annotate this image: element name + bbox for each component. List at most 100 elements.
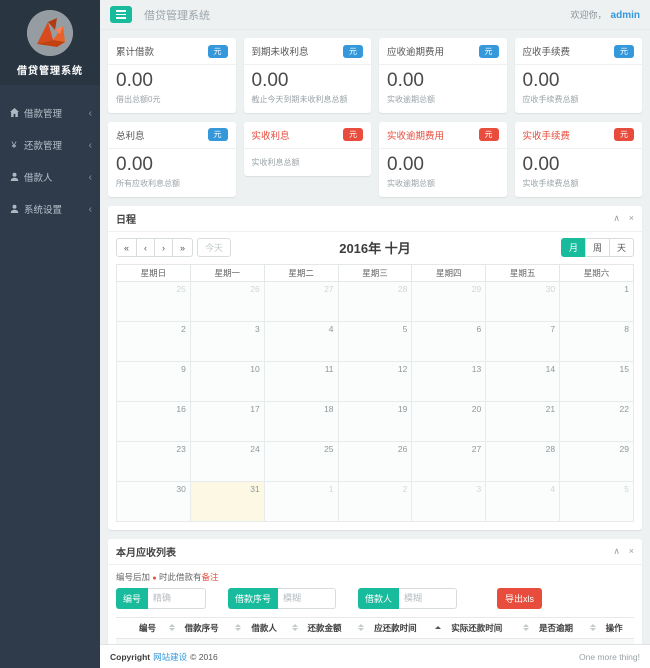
calendar-day[interactable]: 22	[559, 400, 634, 442]
calendar-day[interactable]: 25	[116, 280, 191, 322]
calendar-day[interactable]: 15	[559, 360, 634, 402]
stat-title: 应收逾期费用	[387, 47, 445, 58]
calendar-day[interactable]: 30	[485, 280, 561, 322]
day-header: 星期二	[263, 263, 339, 282]
filter-loan-number-input[interactable]	[278, 587, 337, 609]
calendar-day[interactable]: 28	[337, 280, 413, 322]
calendar-day[interactable]: 4	[485, 480, 561, 522]
calendar-last-button[interactable]: »	[172, 238, 194, 258]
calendar-day[interactable]: 29	[559, 440, 634, 482]
main-area: 借贷管理系统 欢迎你， admin 累计借款元 0.00 借出总额0元 到期未收利息…	[100, 0, 650, 668]
stat-desc: 截止今天到期未收利息总额	[251, 94, 348, 104]
close-icon[interactable]: ×	[629, 213, 634, 223]
page-title: 借贷管理系统	[144, 9, 210, 22]
stat-desc: 实收逾期总额	[387, 178, 435, 188]
calendar-next-button[interactable]: ›	[154, 238, 174, 258]
calendar-day[interactable]: 13	[411, 360, 487, 402]
origami-fox-logo-icon	[27, 10, 73, 56]
calendar-day[interactable]: 28	[485, 440, 561, 482]
filter-bar: 编号 借款序号 借款人 导出xls	[116, 587, 634, 609]
sidebar-item-system-settings[interactable]: 系统设置 ‹	[0, 193, 100, 225]
column-header-due-date[interactable]: 应还款时间	[369, 616, 447, 639]
sidebar-item-borrowers[interactable]: 借款人 ‹	[0, 161, 100, 193]
filter-id-input[interactable]	[148, 587, 207, 609]
calendar-day-today[interactable]: 31	[189, 480, 265, 522]
column-header-overdue[interactable]: 是否逾期	[533, 616, 601, 639]
calendar-day[interactable]: 23	[116, 440, 191, 482]
brand-title: 借贷管理系统	[17, 66, 83, 77]
calendar-first-button[interactable]: «	[116, 238, 138, 258]
username-link[interactable]: admin	[611, 10, 640, 21]
column-header-actual-repay-date[interactable]: 实际还款时间	[446, 616, 534, 639]
calendar-day[interactable]: 1	[559, 280, 634, 322]
calendar-day[interactable]: 3	[411, 480, 487, 522]
calendar-day[interactable]: 21	[485, 400, 561, 442]
calendar-day[interactable]: 25	[263, 440, 339, 482]
calendar-day[interactable]: 5	[559, 480, 634, 522]
day-header: 星期三	[337, 263, 413, 282]
sort-icon	[235, 624, 242, 632]
sidebar-menu: 借款管理 ‹ ¥ 还款管理 ‹ 借款人 ‹ 系统设置 ‹	[0, 97, 100, 225]
calendar-day[interactable]: 18	[263, 400, 339, 442]
column-header-loan-number[interactable]: 借款序号	[179, 616, 247, 639]
chevron-left-icon: ‹	[88, 139, 92, 151]
calendar-day[interactable]: 1	[263, 480, 339, 522]
calendar-day[interactable]: 14	[485, 360, 561, 402]
calendar-day[interactable]: 26	[337, 440, 413, 482]
calendar-day[interactable]: 2	[116, 320, 191, 362]
column-header-repay-amount[interactable]: 还款金额	[302, 616, 370, 639]
collapse-icon[interactable]: ∧	[613, 213, 620, 223]
calendar-day[interactable]: 20	[411, 400, 487, 442]
calendar-prev-button[interactable]: ‹	[136, 238, 156, 258]
calendar-day[interactable]: 29	[411, 280, 487, 322]
column-header-borrower[interactable]: 借款人	[246, 616, 303, 639]
calendar-day[interactable]: 9	[116, 360, 191, 402]
calendar-day[interactable]: 8	[559, 320, 634, 362]
calendar-grid: 星期日 星期一 星期二 星期三 星期四 星期五 星期六 25 26 27 28 …	[116, 263, 634, 522]
chevron-left-icon: ‹	[88, 107, 92, 119]
sidebar-item-repayment-management[interactable]: ¥ 还款管理 ‹	[0, 129, 100, 161]
receivables-panel: 本月应收列表 ∧ × 编号后加 ● 时此借款有备注 编号 借款序	[108, 538, 642, 644]
user-icon	[8, 172, 20, 183]
calendar-view-month-button[interactable]: 月	[560, 238, 586, 258]
calendar-day[interactable]: 19	[337, 400, 413, 442]
calendar-day[interactable]: 27	[263, 280, 339, 322]
sidebar-toggle-button[interactable]	[110, 6, 132, 23]
calendar-day[interactable]: 16	[116, 400, 191, 442]
calendar-day[interactable]: 6	[411, 320, 487, 362]
copyright-text: Copyright	[110, 651, 151, 662]
calendar-day[interactable]: 10	[189, 360, 265, 402]
stats-row-2: 总利息 元 0.00 所有应收利息总额 实收利息 元 实收利息总额 实收逾期费用 元 0…	[108, 121, 642, 197]
calendar-day[interactable]: 30	[116, 480, 191, 522]
calendar-day[interactable]: 24	[189, 440, 265, 482]
day-header: 星期六	[559, 263, 634, 282]
collapse-icon[interactable]: ∧	[613, 546, 620, 556]
sidebar-item-loan-management[interactable]: 借款管理 ‹	[0, 97, 100, 129]
calendar-today-button[interactable]: 今天	[197, 238, 232, 258]
unit-badge: 元	[614, 128, 634, 142]
calendar-day[interactable]: 2	[337, 480, 413, 522]
calendar-day[interactable]: 3	[189, 320, 265, 362]
stat-title: 累计借款	[116, 47, 155, 58]
calendar-day[interactable]: 7	[485, 320, 561, 362]
calendar-day[interactable]: 12	[337, 360, 413, 402]
calendar-day[interactable]: 4	[263, 320, 339, 362]
site-link[interactable]: 网站建设	[153, 652, 187, 662]
calendar-day[interactable]: 17	[189, 400, 265, 442]
calendar-view-week-button[interactable]: 周	[584, 238, 610, 258]
close-icon[interactable]: ×	[629, 546, 634, 556]
stat-desc: 借出总额0元	[116, 94, 161, 104]
calendar-day[interactable]: 27	[411, 440, 487, 482]
sidebar-item-label: 还款管理	[24, 141, 63, 152]
calendar-day[interactable]: 5	[337, 320, 413, 362]
export-xls-button[interactable]: 导出xls	[497, 587, 543, 609]
sort-icon	[522, 624, 529, 632]
stat-card-received-interest: 实收利息 元 实收利息总额	[243, 121, 371, 176]
calendar-view-day-button[interactable]: 天	[608, 238, 634, 258]
column-header-id[interactable]: 编号	[134, 616, 180, 639]
content: 累计借款元 0.00 借出总额0元 到期未收利息元 0.00 截止今天到期未收利息总…	[100, 30, 650, 644]
calendar-day[interactable]: 26	[189, 280, 265, 322]
filter-borrower-input[interactable]	[399, 587, 458, 609]
calendar-day[interactable]: 11	[263, 360, 339, 402]
sort-icon	[358, 624, 365, 632]
